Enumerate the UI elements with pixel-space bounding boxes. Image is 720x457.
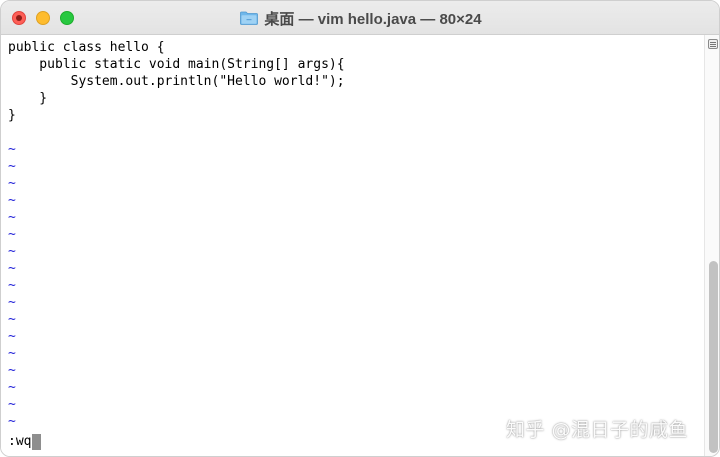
- empty-line-marker: ~: [8, 210, 16, 225]
- code-line: }: [8, 108, 16, 123]
- close-window-button[interactable]: [12, 11, 26, 25]
- terminal-window: 桌面 — vim hello.java — 80×24 public class…: [0, 0, 720, 457]
- empty-line-marker: ~: [8, 346, 16, 361]
- code-line: }: [8, 91, 48, 106]
- close-dot-icon: [16, 15, 22, 21]
- empty-line-marker: ~: [8, 227, 16, 242]
- code-line: public class hello {: [8, 40, 165, 55]
- empty-line-marker: ~: [8, 142, 16, 157]
- title-bar[interactable]: 桌面 — vim hello.java — 80×24: [1, 1, 719, 35]
- folder-icon: [240, 11, 259, 25]
- scroll-marker-icon: [708, 39, 718, 49]
- watermark-text: 知乎 @混日子的咸鱼: [506, 419, 689, 441]
- empty-line-marker: ~: [8, 278, 16, 293]
- maximize-window-button[interactable]: [60, 11, 74, 25]
- code-line: public static void main(String[] args){: [8, 57, 345, 72]
- window-title-area: 桌面 — vim hello.java — 80×24: [1, 1, 719, 35]
- empty-line-marker: ~: [8, 414, 16, 429]
- empty-line-marker: ~: [8, 176, 16, 191]
- empty-line-marker: ~: [8, 295, 16, 310]
- empty-line-marker: ~: [8, 329, 16, 344]
- empty-line-marker: ~: [8, 363, 16, 378]
- empty-line-marker: ~: [8, 193, 16, 208]
- window-title: 桌面 — vim hello.java — 80×24: [264, 10, 482, 28]
- scrollbar-thumb[interactable]: [709, 261, 718, 453]
- command-text: :wq: [8, 434, 32, 449]
- empty-line-marker: ~: [8, 312, 16, 327]
- empty-line-marker: ~: [8, 397, 16, 412]
- empty-line-marker: ~: [8, 261, 16, 276]
- vim-editor[interactable]: public class hello { public static void …: [1, 35, 704, 456]
- empty-line-marker: ~: [8, 159, 16, 174]
- code-line: System.out.println("Hello world!");: [8, 74, 345, 89]
- text-cursor: [32, 433, 42, 450]
- empty-line-marker: ~: [8, 244, 16, 259]
- minimize-window-button[interactable]: [36, 11, 50, 25]
- vertical-scrollbar[interactable]: [704, 35, 719, 456]
- vim-command-line[interactable]: :wq: [8, 433, 42, 450]
- empty-line-marker: ~: [8, 380, 16, 395]
